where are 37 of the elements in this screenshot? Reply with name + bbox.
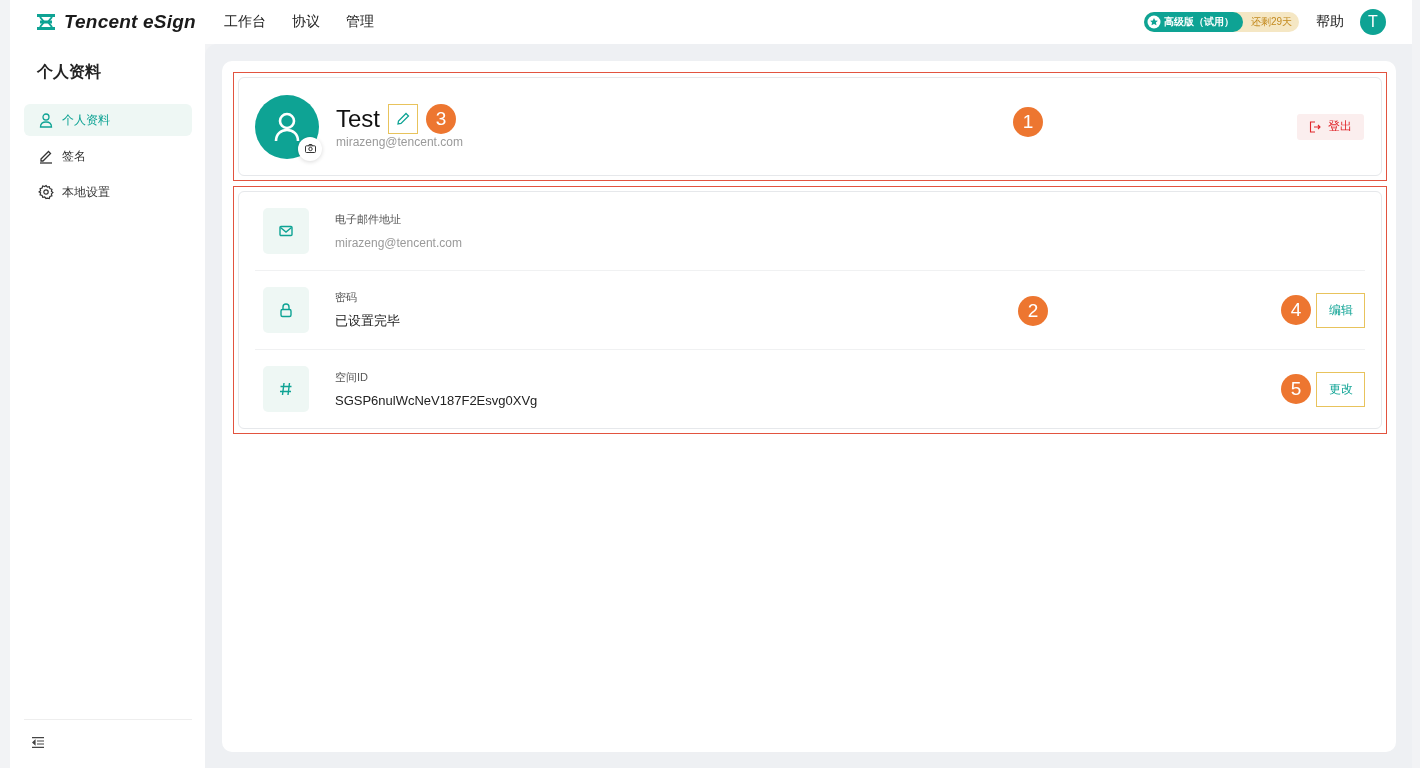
sidebar-title: 个人资料	[37, 62, 102, 82]
callout-number: 4	[1281, 295, 1311, 325]
star-icon	[1146, 15, 1161, 29]
callout-number: 3	[426, 104, 456, 134]
camera-icon	[304, 144, 316, 153]
field-label: 空间ID	[335, 369, 369, 385]
pen-icon	[38, 148, 54, 164]
logout-button[interactable]: 登出	[1297, 113, 1364, 140]
mail-icon	[278, 223, 294, 239]
help-link[interactable]: 帮助	[1316, 13, 1344, 31]
sidebar-item[interactable]: 本地设置	[24, 176, 192, 208]
logo-icon	[36, 14, 56, 30]
nav-tab[interactable]: 管理	[345, 13, 374, 31]
callout-number: 5	[1281, 374, 1311, 404]
sidebar-item[interactable]: 签名	[24, 140, 192, 172]
collapse-icon[interactable]	[32, 737, 44, 748]
nav-tab[interactable]: 协议	[291, 13, 320, 31]
nav-tab[interactable]: 工作台	[223, 13, 266, 31]
field-label: 密码	[335, 290, 358, 305]
lock-icon	[278, 302, 294, 318]
logout-icon	[1309, 120, 1321, 133]
callout-number: 2	[1018, 296, 1048, 326]
hash-icon	[278, 381, 294, 397]
camera-button[interactable]	[298, 136, 322, 161]
brand-name: Tencent eSign	[64, 11, 196, 33]
field-value: mirazeng@tencent.com	[335, 235, 462, 250]
field-label: 电子邮件地址	[335, 211, 402, 227]
field-value: 已设置完毕	[335, 313, 400, 328]
field-value: SGSP6nulWcNeV187F2Esvg0XVg	[335, 392, 538, 408]
edit-name-button[interactable]	[388, 104, 418, 134]
pencil-icon	[396, 112, 410, 126]
user-icon	[38, 112, 54, 128]
user-email: mirazeng@tencent.com	[336, 135, 463, 149]
settings-icon	[38, 184, 54, 200]
user-name: Test	[336, 105, 380, 133]
callout-number: 1	[1013, 107, 1043, 137]
user-icon	[274, 111, 300, 142]
